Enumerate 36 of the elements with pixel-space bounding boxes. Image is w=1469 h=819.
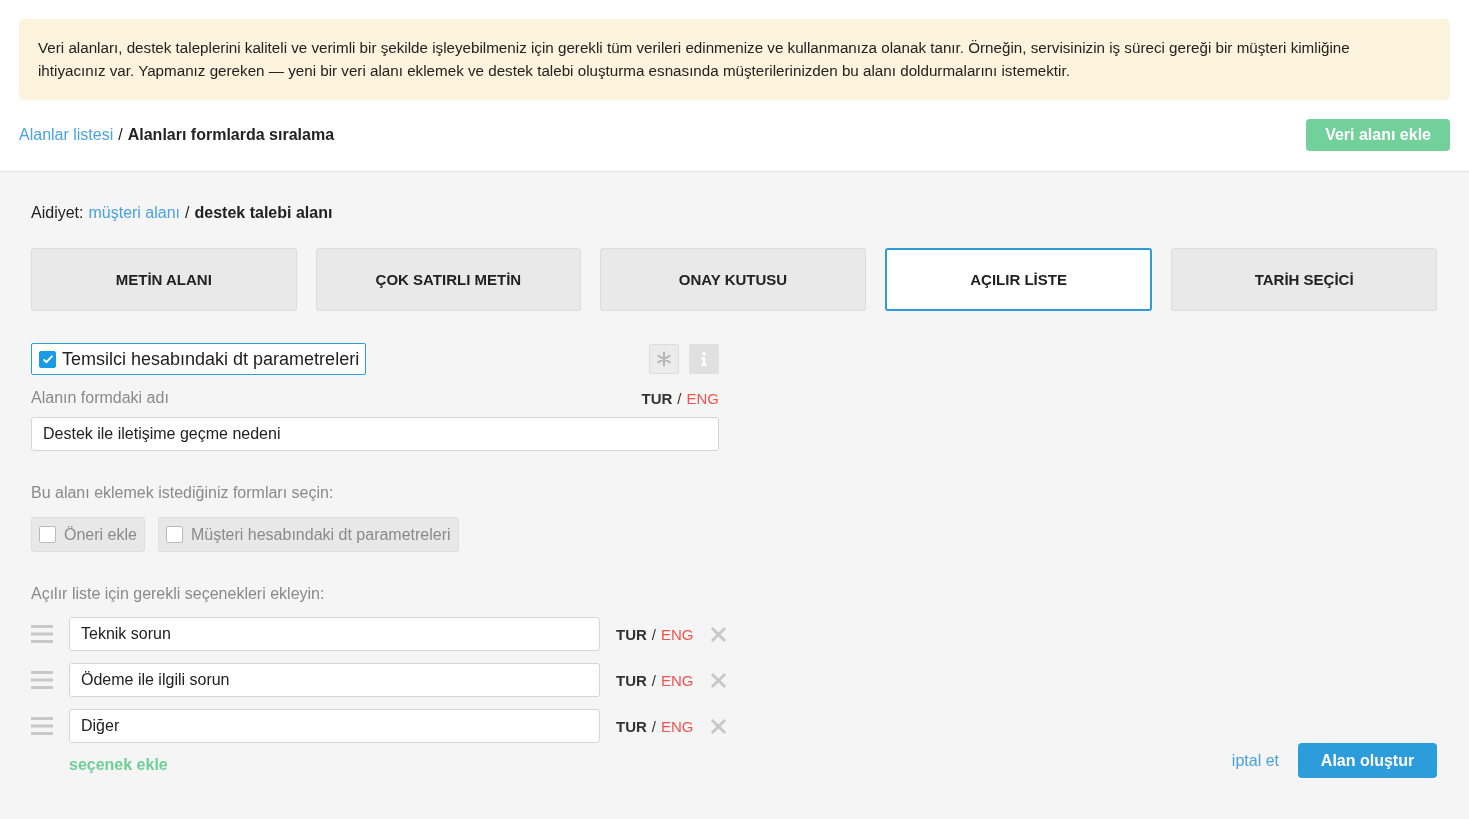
- option-input[interactable]: Teknik sorun: [69, 617, 600, 651]
- field-type-tab[interactable]: METİN ALANI: [31, 248, 297, 311]
- field-name-label: Alanın formdaki adı: [31, 389, 169, 407]
- language-separator: /: [651, 625, 656, 643]
- close-icon[interactable]: [709, 671, 727, 689]
- field-type-tab[interactable]: ONAY KUTUSU: [600, 248, 866, 311]
- field-type-tab[interactable]: AÇILIR LİSTE: [884, 248, 1153, 311]
- ownership-current: destek talebi alanı: [194, 204, 333, 222]
- option-input[interactable]: Diğer: [69, 709, 600, 743]
- ownership-label: Aidiyet:: [31, 204, 84, 222]
- field-type-tab[interactable]: ÇOK SATIRLI METİN: [315, 248, 582, 311]
- drag-handle-icon[interactable]: [31, 670, 53, 690]
- breadcrumb-separator: /: [118, 126, 123, 144]
- language-separator: /: [677, 389, 682, 407]
- field-type-tab[interactable]: TARİH SEÇİCİ: [1171, 248, 1437, 311]
- language-link[interactable]: TUR: [641, 389, 673, 407]
- required-asterisk-icon[interactable]: [649, 344, 679, 374]
- language-separator: /: [651, 671, 656, 689]
- language-separator: /: [651, 717, 656, 735]
- close-icon[interactable]: [709, 717, 727, 735]
- options-label: Açılır liste için gerekli seçenekleri ekleyin:: [31, 585, 326, 603]
- language-link[interactable]: TUR: [616, 717, 647, 735]
- drag-handle-icon[interactable]: [31, 624, 53, 644]
- info-notice: Veri alanları, destek taleplerini kaliteli ve verimli bir şekilde işleyebilmeniz için gerekli tüm verileri edinmenize ve kullanmanıza olanak tanır. Örneğin, servisinizin iş süreci gereği bir müşteri kimliğine ihtiyacınız var. Yapmanız gereken — yeni bir veri alanı eklemek ve destek talebi oluşturma esnasında müşterilerinizden bu alanı doldurmalarını istemektir.: [19, 19, 1450, 100]
- agent-checkbox[interactable]: Temsilci hesabındaki dt parametreleri: [31, 343, 367, 375]
- ownership-separator: /: [185, 204, 190, 222]
- drag-handle-icon[interactable]: [31, 716, 53, 736]
- language-link[interactable]: TUR: [616, 671, 647, 689]
- field-name-input[interactable]: Destek ile iletişime geçme nedeni: [31, 417, 719, 451]
- forms-label: Bu alanı eklemek istediğiniz formları seçin:: [31, 484, 335, 502]
- option-input[interactable]: Ödeme ile ilgili sorun: [69, 663, 600, 697]
- info-icon[interactable]: [689, 344, 719, 374]
- check-icon: [40, 352, 55, 366]
- language-link[interactable]: TUR: [616, 625, 647, 643]
- breadcrumb-current: Alanları formlarda sıralama: [127, 126, 335, 144]
- close-icon[interactable]: [709, 625, 727, 643]
